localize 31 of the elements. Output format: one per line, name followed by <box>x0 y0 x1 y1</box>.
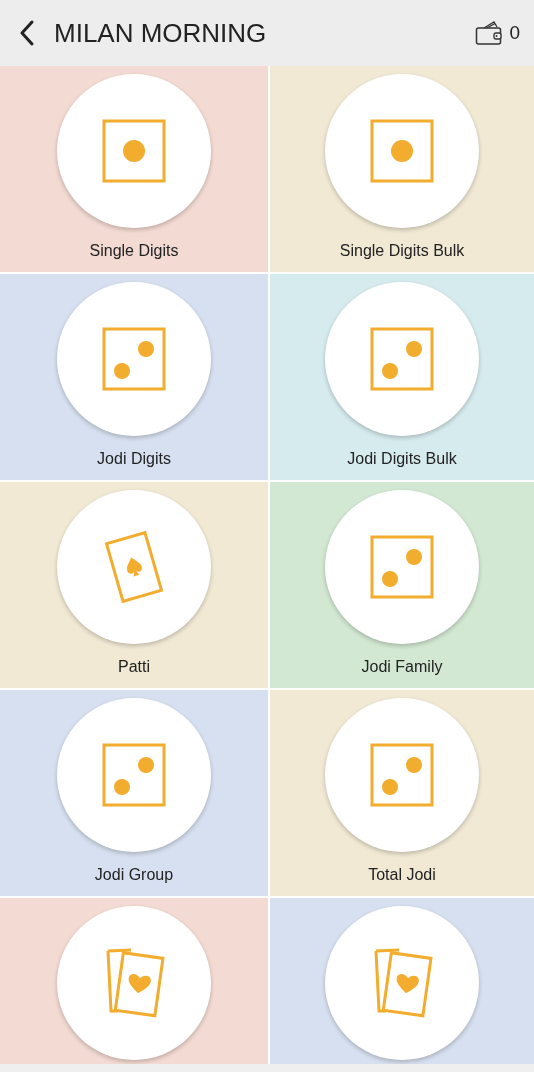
wallet-balance: 0 <box>509 22 520 44</box>
die-icon <box>102 743 166 807</box>
game-label: Jodi Digits <box>97 450 171 468</box>
die-icon <box>102 119 166 183</box>
die-icon <box>370 327 434 391</box>
back-button[interactable] <box>18 19 36 47</box>
game-label: Jodi Digits Bulk <box>347 450 457 468</box>
game-tile[interactable]: Single Digits <box>0 66 268 272</box>
screen-title: MILAN MORNING <box>54 17 268 49</box>
game-tile[interactable] <box>0 898 268 1064</box>
game-label: Single Digits <box>89 242 179 260</box>
game-label: Jodi Family <box>361 658 443 676</box>
die-icon <box>370 535 434 599</box>
game-tile[interactable]: Total Jodi <box>270 690 534 896</box>
wallet-button[interactable]: 0 <box>475 20 520 46</box>
game-tile[interactable]: Jodi Group <box>0 690 268 896</box>
game-tile[interactable]: Patti <box>0 482 268 688</box>
game-label: Single Digits Bulk <box>339 242 465 260</box>
game-label: Total Jodi <box>368 866 436 884</box>
game-label: Patti <box>118 658 150 676</box>
game-tile[interactable]: Jodi Digits Bulk <box>270 274 534 480</box>
game-tile[interactable]: Jodi Family <box>270 482 534 688</box>
die-icon <box>370 119 434 183</box>
die-icon <box>102 327 166 391</box>
game-tile[interactable]: Single Digits Bulk <box>270 66 534 272</box>
die-icon <box>370 743 434 807</box>
game-label: Jodi Group <box>94 866 174 884</box>
game-tile[interactable] <box>270 898 534 1064</box>
game-tile[interactable]: Jodi Digits <box>0 274 268 480</box>
back-icon <box>18 19 36 47</box>
wallet-icon <box>475 20 504 46</box>
